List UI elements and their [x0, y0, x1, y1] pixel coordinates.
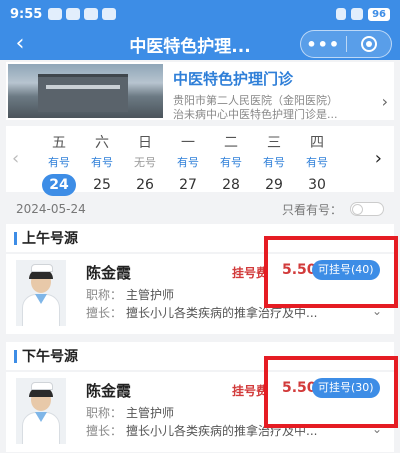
date-number: 24	[42, 174, 76, 196]
day-item[interactable]: 二有号 28	[211, 126, 251, 196]
day-item[interactable]: 一有号 27	[168, 126, 208, 196]
app-notification-icon	[66, 8, 81, 20]
battery-icon: 96	[368, 7, 390, 21]
fee-label: 挂号费	[232, 266, 269, 280]
clinic-card[interactable]: 中医特色护理门诊 贵阳市第二人民医院（金阳医院） 治未病中心中医特色护理门诊是.…	[6, 62, 394, 121]
date-number: 26	[136, 177, 154, 193]
signal-icon	[351, 8, 364, 20]
date-selector: ‹ › 五有号 24 六有号 25 日无号 26 一有号 27 二有号 28 三有号 29 四有号 30	[6, 126, 394, 196]
clinic-name: 中医特色护理门诊	[173, 70, 294, 88]
weekday-label: 六	[95, 135, 109, 151]
miniprogram-capsule: •••	[300, 30, 392, 58]
chevron-right-icon[interactable]: ›	[382, 92, 388, 111]
availability-label: 有号	[177, 156, 199, 169]
title-key: 职称：	[86, 406, 123, 420]
specialty-key: 擅长：	[86, 424, 123, 438]
app-notification-icon	[84, 8, 99, 20]
building-image	[38, 74, 128, 112]
page-title: 中医特色护理...	[129, 36, 251, 57]
filter-row: 2024-05-24 只看有号：	[0, 200, 400, 218]
date-number: 28	[222, 177, 240, 193]
date-number: 27	[179, 177, 197, 193]
clinic-description: 治未病中心中医特色护理门诊是...	[173, 108, 338, 121]
availability-label: 有号	[306, 156, 328, 169]
next-week-button[interactable]: ›	[375, 148, 382, 169]
back-button[interactable]: ‹	[0, 28, 40, 60]
day-item[interactable]: 四有号 30	[297, 126, 337, 196]
weekday-label: 二	[224, 135, 238, 151]
title-value: 主管护师	[126, 406, 175, 420]
prev-week-button[interactable]: ‹	[12, 148, 19, 169]
nav-bar: ‹ 中医特色护理... •••	[0, 28, 400, 60]
doctor-avatar	[16, 378, 66, 444]
only-available-toggle[interactable]	[350, 202, 384, 216]
weekday-label: 一	[181, 135, 195, 151]
specialty-value: 擅长小儿各类疾病的推拿治疗及中...	[126, 306, 318, 320]
title-value: 主管护师	[126, 288, 175, 302]
availability-label: 有号	[220, 156, 242, 169]
doctor-name: 陈金霞	[86, 382, 132, 400]
day-item[interactable]: 三有号 29	[254, 126, 294, 196]
day-item[interactable]: 五有号 24	[39, 126, 79, 196]
target-close-icon	[360, 36, 377, 52]
app-notification-icon	[102, 8, 117, 20]
availability-label: 有号	[263, 156, 285, 169]
close-miniprogram-button[interactable]	[347, 36, 392, 52]
clinic-address: 贵阳市第二人民医院（金阳医院） 治未病中心中医特色护理门诊是...	[173, 94, 363, 122]
date-number: 30	[308, 177, 326, 193]
weekday-label: 三	[267, 135, 281, 151]
only-available-label: 只看有号：	[281, 202, 342, 217]
availability-label: 有号	[91, 156, 113, 169]
clinic-address-line1: 贵阳市第二人民医院（金阳医院）	[173, 94, 338, 107]
doctor-name: 陈金霞	[86, 264, 132, 282]
weekday-label: 五	[52, 135, 66, 151]
clinic-photo	[8, 64, 163, 118]
doctor-title: 职称： 主管护师	[86, 286, 174, 303]
highlight-box	[264, 236, 398, 308]
more-options-button[interactable]: •••	[301, 35, 346, 54]
day-item[interactable]: 日无号 26	[125, 126, 165, 196]
status-bar: 9:55 96	[0, 0, 400, 28]
weekday-label: 日	[138, 135, 152, 151]
specialty-key: 擅长：	[86, 306, 123, 320]
notification-icons	[48, 8, 117, 20]
clinic-info: 中医特色护理门诊 贵阳市第二人民医院（金阳医院） 治未病中心中医特色护理门诊是.…	[163, 64, 394, 121]
system-icons: 96	[336, 7, 390, 21]
status-time: 9:55	[10, 6, 43, 22]
title-key: 职称：	[86, 288, 123, 302]
weekday-label: 四	[310, 135, 324, 151]
nfc-icon	[336, 8, 347, 20]
fee-label: 挂号费	[232, 384, 269, 398]
date-number: 29	[265, 177, 283, 193]
doctor-avatar	[16, 260, 66, 326]
app-notification-icon	[48, 8, 63, 20]
availability-label: 有号	[48, 156, 70, 169]
date-number: 25	[93, 177, 111, 193]
day-item[interactable]: 六有号 25	[82, 126, 122, 196]
highlight-box	[264, 356, 398, 428]
doctor-title: 职称： 主管护师	[86, 404, 174, 421]
availability-label: 无号	[134, 156, 156, 169]
selected-date: 2024-05-24	[16, 202, 86, 216]
